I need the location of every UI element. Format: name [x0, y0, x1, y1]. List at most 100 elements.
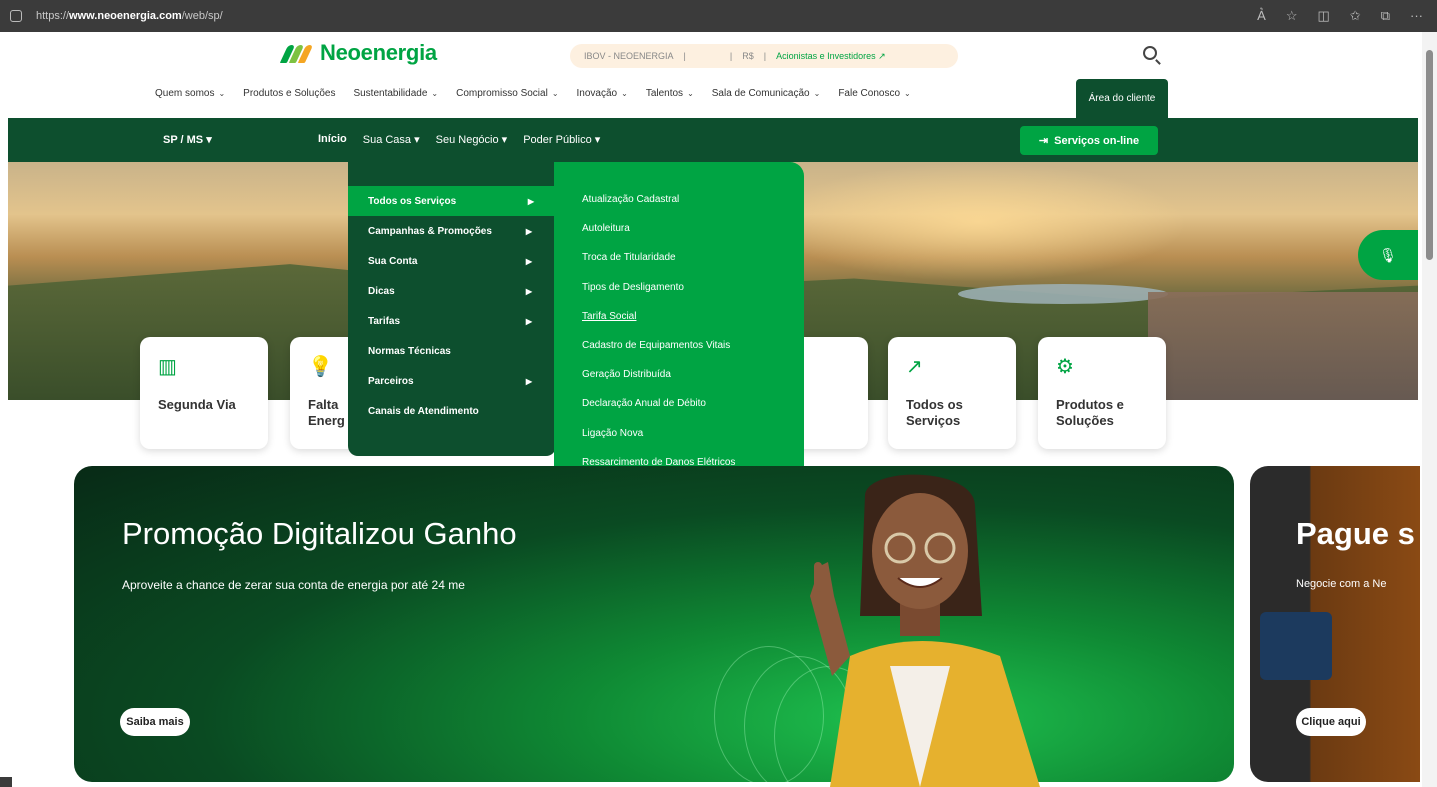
secondary-navigation: SP / MS ▾ Início Sua Casa ▾ Seu Negócio ▾ P… [8, 118, 1418, 162]
section-menu-item[interactable]: Seu Negócio ▾ [436, 133, 508, 146]
dropdown-item[interactable]: Tarifas ▶ [348, 306, 556, 336]
dropdown-item[interactable]: Parceiros ▶ [348, 366, 556, 396]
caret-down-icon: ▾ [591, 134, 601, 146]
dropdown-item[interactable]: Sua Conta ▶ [348, 246, 556, 276]
microphone-icon: 🎙 [1379, 246, 1397, 263]
submenu-item[interactable]: Cadastro de Equipamentos Vitais [554, 331, 804, 360]
area-cliente-tab[interactable]: Área do cliente [1076, 79, 1168, 118]
saiba-mais-button[interactable]: Saiba mais [120, 708, 190, 736]
status-bar [0, 777, 12, 787]
chevron-right-icon: ▶ [525, 286, 532, 296]
arrow-up-right-icon: ↗ [906, 356, 923, 378]
section-menu-label: Sua Casa [362, 134, 412, 146]
chevron-down-icon: ⌄ [218, 89, 226, 98]
scrollbar-thumb[interactable] [1426, 50, 1433, 260]
submenu-item[interactable]: Tipos de Desligamento [554, 273, 804, 302]
promo-title: Promoção Digitalizou Ganho [122, 516, 517, 551]
submenu-item-label: Geração Distribuída [582, 369, 671, 381]
top-navigation: Quem somos ⌄ Produtos e Soluções Sustentabi… [146, 88, 920, 99]
dropdown-item[interactable]: Campanhas & Promoções ▶ [348, 216, 556, 246]
promo2-image [1260, 612, 1332, 680]
topnav-item[interactable]: Fale Conosco ⌄ [829, 88, 919, 99]
region-selector[interactable]: SP / MS ▾ [163, 133, 212, 146]
submenu-item-label: Atualização Cadastral [582, 194, 680, 206]
caret-down-icon: ▾ [498, 134, 508, 146]
address-field[interactable]: https://www.neoenergia.com/web/sp/ [36, 10, 223, 22]
chevron-down-icon: ⌄ [687, 89, 694, 98]
page-scrollbar[interactable] [1422, 32, 1437, 787]
submenu-item[interactable]: Atualização Cadastral [554, 185, 804, 214]
submenu-item-label: Troca de Titularidade [582, 252, 676, 264]
topnav-item[interactable]: Compromisso Social ⌄ [447, 88, 567, 99]
submenu-item[interactable]: Ligação Nova [554, 419, 804, 448]
section-menu-label: Seu Negócio [435, 134, 499, 146]
submenu-item[interactable]: Troca de Titularidade [554, 243, 804, 272]
clique-aqui-button[interactable]: Clique aqui [1296, 708, 1366, 736]
topnav-label: Produtos e Soluções [243, 88, 336, 99]
topnav-item[interactable]: Talentos ⌄ [637, 88, 703, 99]
split-screen-icon[interactable]: ◫ [1318, 8, 1330, 24]
dropdown-item-label: Sua Conta [368, 255, 418, 267]
service-card-label: Produtos e Soluções [1056, 397, 1124, 428]
dropdown-item[interactable]: Dicas ▶ [348, 276, 556, 306]
section-menu-item[interactable]: Início [318, 133, 347, 146]
lightbulb-icon: 💡 [308, 356, 333, 378]
topnav-item[interactable]: Inovação ⌄ [568, 88, 637, 99]
barcode-icon: ▥ [158, 356, 177, 378]
section-menu-item[interactable]: Poder Público ▾ [523, 133, 600, 146]
search-icon[interactable] [1143, 46, 1157, 60]
favorites-bar-icon[interactable]: ✩ [1350, 8, 1361, 24]
topnav-item[interactable]: Quem somos ⌄ [146, 88, 234, 99]
chevron-right-icon: ▶ [525, 226, 532, 236]
chevron-down-icon: ⌄ [431, 89, 439, 98]
section-menu-item[interactable]: Sua Casa ▾ [363, 133, 420, 146]
read-aloud-icon[interactable]: A͛ [1257, 8, 1266, 24]
service-card[interactable]: ↗ Todos os Serviços [888, 337, 1016, 449]
servicos-online-button[interactable]: ⇥ Serviços on-line [1020, 126, 1158, 155]
topnav-label: Compromisso Social [456, 88, 548, 99]
submenu-item-label: Autoleitura [582, 223, 630, 235]
service-card-label: Todos os Serviços [906, 397, 963, 428]
topnav-item[interactable]: Produtos e Soluções [234, 88, 344, 99]
service-card[interactable]: ▥ Segunda Via [140, 337, 268, 449]
submenu-item-label: Tipos de Desligamento [582, 281, 684, 293]
topnav-item[interactable]: Sustentabilidade ⌄ [344, 88, 447, 99]
brand-logo[interactable]: Neoenergia [279, 40, 437, 66]
dropdown-item[interactable]: Normas Técnicas [348, 336, 556, 366]
page: { "browser": { "url_prefix": "https://",… [0, 0, 1437, 787]
submenu-item[interactable]: Tarifa Social [554, 302, 804, 331]
section-menu: Início Sua Casa ▾ Seu Negócio ▾ Poder Públi… [318, 133, 600, 146]
investors-link[interactable]: Acionistas e Investidores ↗ [776, 51, 886, 62]
submenu-item-label: Declaração Anual de Débito [582, 398, 706, 410]
topnav-label: Quem somos [155, 88, 215, 99]
dropdown-item-label: Canais de Atendimento [368, 405, 479, 417]
dropdown-item[interactable]: Canais de Atendimento [348, 396, 556, 426]
more-icon[interactable]: ··· [1410, 8, 1423, 24]
caret-down-icon: ▾ [411, 134, 420, 146]
site-info-icon[interactable] [10, 10, 22, 22]
chevron-down-icon: ⌄ [813, 89, 821, 98]
dropdown-item-label: Campanhas & Promoções [368, 225, 492, 237]
submenu-item-label: Cadastro de Equipamentos Vitais [582, 340, 731, 352]
dropdown-item-label: Parceiros [368, 375, 414, 387]
topnav-item[interactable]: Sala de Comunicação ⌄ [703, 88, 830, 99]
sua-casa-dropdown: Todos os Serviços ▶ Campanhas & Promoções ▶… [348, 162, 558, 456]
topnav-label: Sala de Comunicação [711, 88, 810, 99]
voice-assistant-button[interactable]: 🎙 [1358, 230, 1418, 280]
logo-mark-icon [279, 41, 314, 65]
dropdown-item[interactable]: Todos os Serviços ▶ [348, 186, 558, 216]
chevron-down-icon: ⌄ [904, 89, 911, 98]
submenu-item-label: Tarifa Social [582, 310, 637, 322]
section-menu-label: Poder Público [523, 134, 592, 146]
ticker-currency: R$ [742, 51, 754, 61]
submenu-item[interactable]: Autoleitura [554, 214, 804, 243]
logo-text: Neoenergia [320, 40, 437, 65]
service-card[interactable]: ⚙ Produtos e Soluções [1038, 337, 1166, 449]
stock-ticker: IBOV - NEOENERGIA | | R$ | Acionistas e … [570, 44, 958, 68]
submenu-item[interactable]: Geração Distribuída [554, 360, 804, 389]
extensions-icon[interactable]: ⧉ [1381, 8, 1390, 24]
submenu-item[interactable]: Declaração Anual de Débito [554, 389, 804, 418]
topnav-label: Talentos [645, 88, 684, 99]
dropdown-item-label: Tarifas [368, 315, 401, 327]
favorite-icon[interactable]: ☆ [1286, 8, 1298, 24]
